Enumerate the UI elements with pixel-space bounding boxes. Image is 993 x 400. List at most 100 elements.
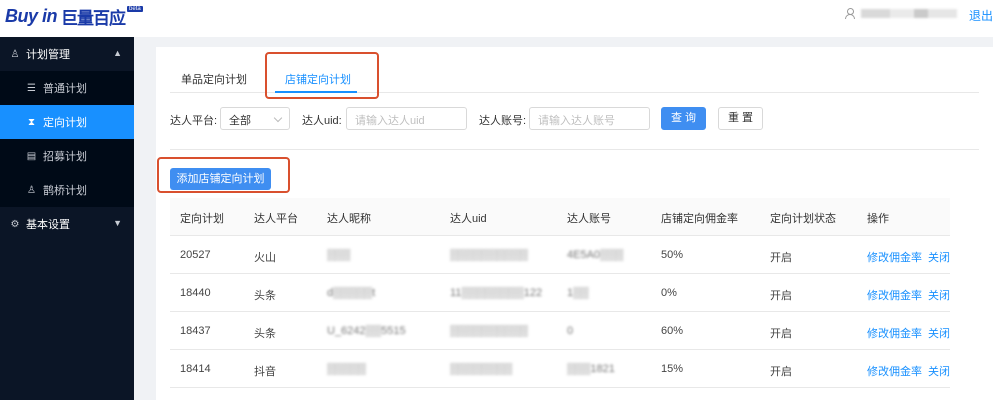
cell-nickname: U_6242▒▒5515 bbox=[327, 325, 406, 337]
platform-select[interactable]: 全部 bbox=[220, 107, 290, 130]
cell-account: 0 bbox=[567, 325, 574, 337]
beta-badge: beta bbox=[127, 6, 143, 12]
cell-plan: 18437 bbox=[180, 325, 211, 337]
close-plan-link[interactable]: 关闭 bbox=[928, 287, 950, 303]
platform-select-value: 全部 bbox=[229, 115, 251, 127]
edit-rate-link[interactable]: 修改佣金率 bbox=[867, 249, 922, 265]
platform-label: 达人平台: bbox=[170, 115, 218, 127]
menu-group-settings[interactable]: ⚙ 基本设置 ▼ bbox=[0, 207, 134, 241]
gear-icon: ⚙ bbox=[10, 218, 20, 230]
sidebar-item-targeted-plan[interactable]: ⧗ 定向计划 bbox=[0, 105, 134, 139]
search-button[interactable]: 查 询 bbox=[661, 107, 706, 130]
cell-plan: 18414 bbox=[180, 363, 211, 375]
cell-platform: 头条 bbox=[254, 328, 276, 340]
account-input[interactable]: 请输入达人账号 bbox=[529, 107, 650, 130]
highlight-box-add bbox=[157, 157, 290, 193]
th-uid: 达人uid bbox=[450, 213, 487, 225]
menu-group-plan-label: 计划管理 bbox=[26, 49, 70, 61]
chevron-up-icon: ▲ bbox=[113, 48, 122, 58]
document-icon: ▤ bbox=[26, 150, 37, 162]
list-icon: ☰ bbox=[27, 82, 36, 94]
chevron-down-icon bbox=[273, 113, 283, 123]
th-actions: 操作 bbox=[867, 213, 889, 225]
sidebar-item-label: 普通计划 bbox=[43, 83, 87, 95]
cell-status: 开启 bbox=[770, 290, 792, 302]
menu-group-plan[interactable]: ♙ 计划管理 ▲ bbox=[0, 37, 134, 71]
cell-account: 1▒▒ bbox=[567, 287, 589, 299]
logo-cn: 巨量百应 bbox=[61, 8, 126, 28]
people-icon: ♙ bbox=[10, 48, 20, 60]
filter-bar: 达人平台: 全部 达人uid: 请输入达人uid 达人账号: 请输入达人账号 查… bbox=[170, 107, 979, 131]
close-plan-link[interactable]: 关闭 bbox=[928, 325, 950, 341]
close-plan-link[interactable]: 关闭 bbox=[928, 363, 950, 379]
cell-account: 4E5A0▒▒▒ bbox=[567, 249, 624, 261]
sidebar-item-bridge-plan[interactable]: ♙ 鹊桥计划 bbox=[0, 173, 134, 207]
cell-actions: 修改佣金率 关闭 bbox=[867, 249, 950, 265]
table-row: 18414 抖音 ▒▒▒▒▒ ▒▒▒▒▒▒▒▒ ▒▒▒1821 15% 开启 修… bbox=[170, 350, 950, 388]
user-area[interactable] bbox=[845, 8, 957, 19]
cell-nickname: d▒▒▒▒▒t bbox=[327, 287, 376, 299]
cell-status: 开启 bbox=[770, 328, 792, 340]
cell-account: ▒▒▒1821 bbox=[567, 363, 615, 375]
plan-table: 定向计划 达人平台 达人昵称 达人uid 达人账号 店铺定向佣金率 定向计划状态… bbox=[170, 198, 950, 388]
edit-rate-link[interactable]: 修改佣金率 bbox=[867, 325, 922, 341]
table-row: 18437 头条 U_6242▒▒5515 ▒▒▒▒▒▒▒▒▒▒ 0 60% 开… bbox=[170, 312, 950, 350]
cell-platform: 抖音 bbox=[254, 366, 276, 378]
sidebar-item-label: 定向计划 bbox=[43, 117, 87, 129]
sidebar-item-label: 鹊桥计划 bbox=[43, 185, 87, 197]
cell-nickname: ▒▒▒▒▒ bbox=[327, 363, 366, 375]
th-status: 定向计划状态 bbox=[770, 213, 836, 225]
sidebar-item-normal-plan[interactable]: ☰ 普通计划 bbox=[0, 71, 134, 105]
uid-label: 达人uid: bbox=[302, 115, 342, 127]
cell-rate: 15% bbox=[661, 363, 684, 375]
cell-status: 开启 bbox=[770, 252, 792, 264]
top-header: Buy in 巨量百应 beta 退出 bbox=[0, 0, 993, 37]
cell-uid: 11▒▒▒▒▒▒▒▒122 bbox=[450, 287, 543, 299]
cell-actions: 修改佣金率 关闭 bbox=[867, 325, 950, 341]
close-plan-link[interactable]: 关闭 bbox=[928, 249, 950, 265]
cell-nickname: ▒▒▒ bbox=[327, 249, 351, 261]
th-plan: 定向计划 bbox=[180, 213, 224, 225]
hourglass-icon: ⧗ bbox=[27, 116, 36, 128]
tab-single-product-plan[interactable]: 单品定向计划 bbox=[181, 71, 247, 87]
logo-text: Buy in bbox=[5, 5, 58, 26]
th-nickname: 达人昵称 bbox=[327, 213, 371, 225]
sidebar-item-label: 招募计划 bbox=[43, 151, 87, 163]
cell-platform: 头条 bbox=[254, 290, 276, 302]
bridge-icon: ♙ bbox=[27, 184, 36, 196]
logo[interactable]: Buy in 巨量百应 beta bbox=[5, 4, 143, 28]
cell-uid: ▒▒▒▒▒▒▒▒▒▒ bbox=[450, 249, 528, 261]
cell-platform: 火山 bbox=[254, 252, 276, 264]
user-name-masked bbox=[861, 9, 957, 18]
cell-rate: 0% bbox=[661, 287, 677, 299]
th-account: 达人账号 bbox=[567, 213, 611, 225]
cell-plan: 20527 bbox=[180, 249, 211, 261]
sidebar: ♙ 计划管理 ▲ ☰ 普通计划 ⧗ 定向计划 ▤ 招募计划 ♙ 鹊桥计划 ⚙ 基… bbox=[0, 37, 134, 400]
cell-actions: 修改佣金率 关闭 bbox=[867, 363, 950, 379]
th-rate: 店铺定向佣金率 bbox=[661, 213, 738, 225]
reset-button[interactable]: 重 置 bbox=[718, 107, 763, 130]
table-row: 20527 火山 ▒▒▒ ▒▒▒▒▒▒▒▒▒▒ 4E5A0▒▒▒ 50% 开启 … bbox=[170, 236, 950, 274]
chevron-down-icon: ▼ bbox=[113, 218, 122, 228]
table-row: 18440 头条 d▒▒▒▒▒t 11▒▒▒▒▒▒▒▒122 1▒▒ 0% 开启… bbox=[170, 274, 950, 312]
main-panel: 单品定向计划 店铺定向计划 达人平台: 全部 达人uid: 请输入达人uid 达… bbox=[156, 47, 993, 400]
edit-rate-link[interactable]: 修改佣金率 bbox=[867, 287, 922, 303]
cell-uid: ▒▒▒▒▒▒▒▒▒▒ bbox=[450, 325, 528, 337]
edit-rate-link[interactable]: 修改佣金率 bbox=[867, 363, 922, 379]
cell-status: 开启 bbox=[770, 366, 792, 378]
sidebar-item-recruit-plan[interactable]: ▤ 招募计划 bbox=[0, 139, 134, 173]
logout-link[interactable]: 退出 bbox=[969, 7, 993, 24]
divider bbox=[170, 149, 979, 150]
uid-input[interactable]: 请输入达人uid bbox=[346, 107, 467, 130]
table-header: 定向计划 达人平台 达人昵称 达人uid 达人账号 店铺定向佣金率 定向计划状态… bbox=[170, 198, 950, 236]
account-label: 达人账号: bbox=[479, 115, 527, 127]
highlight-box-tab bbox=[265, 52, 379, 99]
plan-submenu: ☰ 普通计划 ⧗ 定向计划 ▤ 招募计划 ♙ 鹊桥计划 bbox=[0, 71, 134, 207]
menu-group-settings-label: 基本设置 bbox=[26, 219, 70, 231]
user-icon bbox=[845, 8, 855, 19]
cell-actions: 修改佣金率 关闭 bbox=[867, 287, 950, 303]
cell-uid: ▒▒▒▒▒▒▒▒ bbox=[450, 363, 513, 375]
cell-rate: 60% bbox=[661, 325, 684, 337]
cell-rate: 50% bbox=[661, 249, 684, 261]
cell-plan: 18440 bbox=[180, 287, 211, 299]
